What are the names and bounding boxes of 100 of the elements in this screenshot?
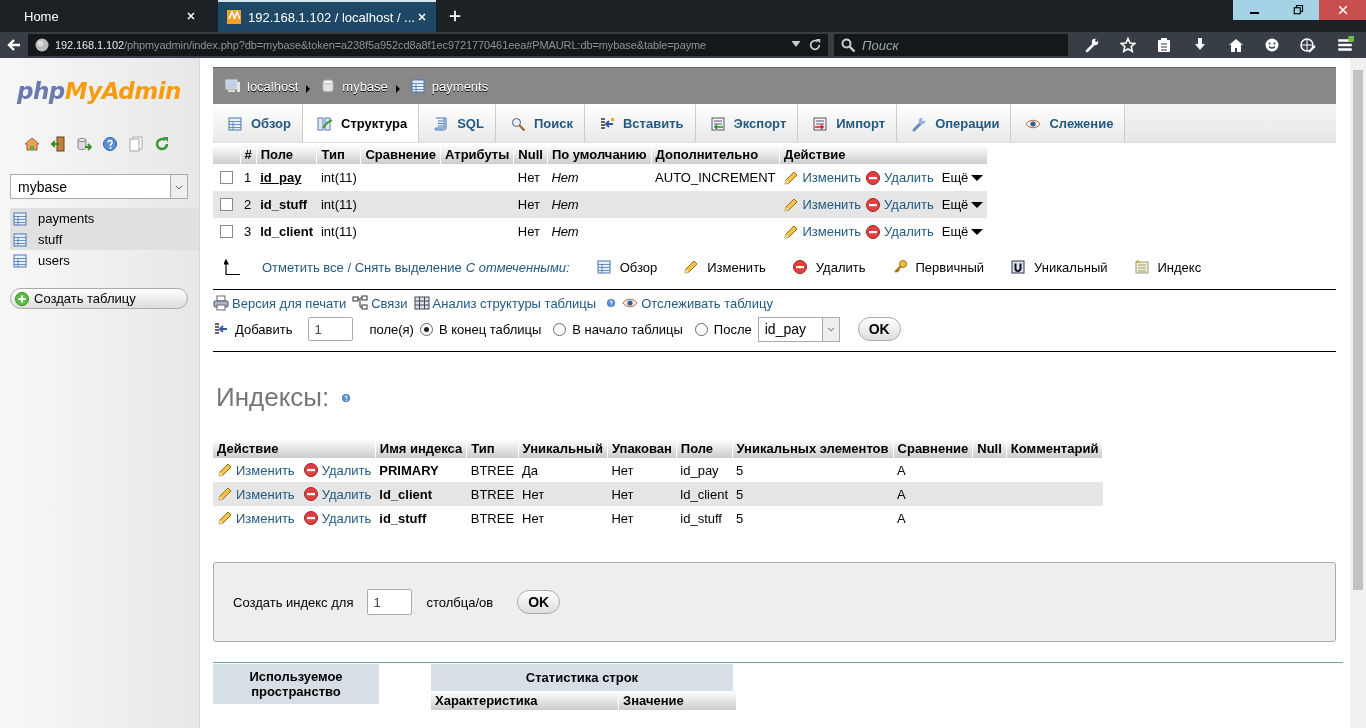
tab[interactable]: Операции	[897, 104, 1012, 142]
pma-logo-icon	[226, 9, 242, 25]
more-menu[interactable]: Ещё	[941, 170, 984, 185]
drop-link[interactable]: Удалить	[302, 486, 372, 502]
drop-link[interactable]: Удалить	[302, 462, 372, 478]
edit-link[interactable]: Изменить	[217, 486, 295, 502]
table-item[interactable]: users	[10, 250, 199, 271]
minus-circle-icon	[865, 196, 882, 213]
count-field[interactable]: 1	[367, 589, 413, 615]
table-cell: A	[893, 458, 973, 482]
column-header: Имя индекса	[375, 439, 467, 458]
field-select[interactable]: id_pay	[757, 316, 840, 342]
reload-icon	[154, 136, 170, 152]
radio-label: После	[713, 321, 752, 337]
table-icon	[12, 252, 28, 269]
table-cell: id_stuff	[676, 506, 732, 530]
tab[interactable]: Экспорт	[695, 104, 799, 142]
minus-circle-icon	[865, 169, 882, 186]
table-cell: id_pay	[676, 458, 732, 482]
search-icon	[509, 115, 526, 132]
table-cell: Нет	[547, 191, 652, 218]
logo[interactable]: phpMyAdmin	[0, 78, 199, 104]
address-bar[interactable]: 192.168.1.102/phpmyadmin/index.php?db=mybase&token=a238f5a952cd8a8f1ec9721770461eea#PMAURL:db=mybase&table=payme	[28, 34, 828, 56]
radio-button[interactable]	[694, 322, 708, 336]
action-link[interactable]: Отслеживать таблицу	[622, 295, 773, 311]
bulk-action[interactable]: Изменить	[683, 259, 766, 275]
more-menu[interactable]: Ещё	[941, 224, 984, 239]
bulk-action[interactable]: Первичный	[891, 259, 985, 275]
action-link[interactable]: Связи	[352, 295, 408, 311]
minus-circle-icon	[791, 259, 808, 275]
drop-link[interactable]: Удалить	[865, 223, 934, 240]
tab[interactable]: Обзор	[213, 104, 303, 142]
search-field[interactable]: Поиск	[834, 34, 1068, 56]
home-icon	[24, 136, 40, 152]
database-select[interactable]: mybase	[10, 174, 188, 199]
drop-link[interactable]: Удалить	[865, 196, 934, 213]
tab[interactable]: SQL	[419, 104, 496, 142]
column-header: По умолчанию	[547, 145, 652, 164]
drop-link[interactable]: Удалить	[302, 510, 372, 526]
radio-label: В конец таблицы	[438, 321, 542, 337]
scrollbar[interactable]	[1350, 58, 1366, 728]
edit-link[interactable]: Изменить	[783, 223, 862, 240]
table-cell: 5	[732, 506, 894, 530]
tab[interactable]: Вставить	[584, 104, 696, 142]
unit-label: столбца/ов	[426, 594, 494, 610]
tab[interactable]: Поиск	[495, 104, 585, 142]
table-cell: id_stuff	[375, 506, 467, 530]
bulk-action[interactable]: Уникальный	[1010, 259, 1108, 275]
tab[interactable]: Импорт	[798, 104, 898, 142]
smiley-icon	[1264, 37, 1280, 53]
bulk-action[interactable]: Обзор	[595, 259, 658, 275]
table-icon	[227, 115, 243, 132]
edit-link[interactable]: Изменить	[217, 510, 295, 526]
help-icon	[102, 136, 118, 152]
checkbox[interactable]	[220, 225, 233, 238]
edit-link[interactable]: Изменить	[217, 462, 295, 478]
minus-circle-icon	[302, 510, 319, 526]
close-icon	[1336, 4, 1349, 16]
radio-button[interactable]	[419, 322, 433, 336]
checkbox[interactable]	[220, 198, 233, 211]
ok-button[interactable]: OK	[857, 317, 901, 341]
edit-link[interactable]: Изменить	[783, 196, 862, 213]
minus-circle-icon	[302, 486, 319, 502]
breadcrumb-link[interactable]: localhost	[247, 78, 299, 94]
tab[interactable]: Структура	[303, 104, 420, 142]
tab[interactable]: Слежение	[1011, 104, 1126, 142]
bulk-action[interactable]: Удалить	[791, 259, 866, 275]
table-cell: Нет	[547, 218, 652, 245]
breadcrumb-link[interactable]: payments	[431, 78, 489, 94]
table-item[interactable]: payments	[10, 208, 199, 229]
table-icon	[12, 231, 28, 248]
table-cell: A	[893, 482, 973, 506]
exit-door-icon	[50, 136, 66, 152]
table-cell: Нет	[547, 164, 652, 191]
radio-button[interactable]	[553, 322, 567, 336]
table-icon	[12, 210, 28, 227]
table-item[interactable]: stuff	[10, 229, 199, 250]
menu-icon	[1336, 36, 1354, 54]
column-header: Null	[513, 145, 548, 164]
minus-circle-icon	[302, 462, 319, 478]
section-heading: Индексы:	[216, 382, 330, 413]
column-header: Значение	[618, 691, 737, 710]
drop-link[interactable]: Удалить	[865, 169, 934, 186]
create-table-button[interactable]: Создать таблицу	[10, 288, 188, 309]
action-link[interactable]: Версия для печати	[213, 295, 347, 311]
ok-button[interactable]: OK	[517, 590, 561, 614]
corner-arrow-icon	[224, 259, 240, 275]
breadcrumb-link[interactable]: mybase	[342, 78, 388, 94]
table-cell: 1	[240, 164, 257, 191]
count-field[interactable]: 1	[308, 317, 354, 341]
action-link[interactable]: Анализ структуры таблицы	[413, 295, 597, 311]
help-icon	[606, 298, 617, 308]
bulk-action[interactable]: Индекс	[1133, 259, 1202, 275]
globe-icon	[34, 37, 50, 53]
edit-link[interactable]: Изменить	[783, 169, 862, 186]
checkbox[interactable]	[220, 171, 233, 184]
check-all-link[interactable]: Отметить все / Снять выделение	[262, 259, 462, 275]
pencil-icon	[783, 223, 800, 240]
browser-tab[interactable]: 192.168.1.102 / localhost / ...	[218, 0, 436, 32]
more-menu[interactable]: Ещё	[941, 197, 984, 212]
